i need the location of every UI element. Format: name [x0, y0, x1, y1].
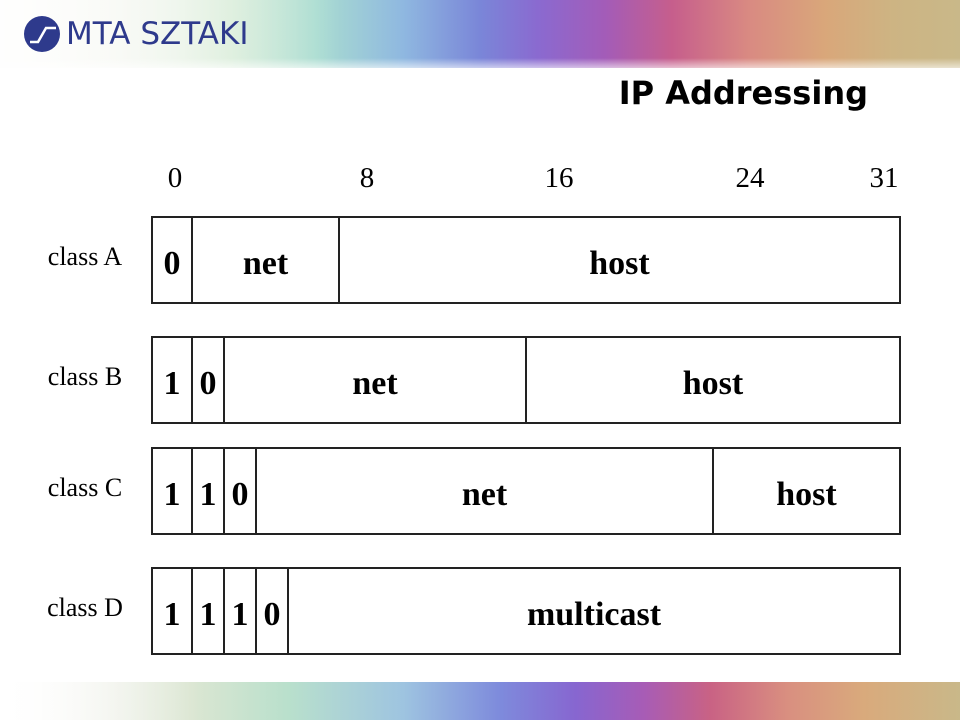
bit-position-label: 16 [545, 162, 574, 194]
field-net-label: net [462, 476, 508, 513]
class-label: class B [48, 362, 122, 391]
field-prefix-label: 0 [200, 365, 217, 402]
bit-position-label: 0 [168, 162, 183, 194]
field-prefix-label: 0 [232, 476, 249, 513]
field-prefix-label: 0 [164, 245, 181, 282]
field-prefix-label: 1 [164, 596, 181, 633]
footer-banner [0, 682, 960, 720]
class-row-class-a: class A 0 net host [48, 216, 901, 304]
field-net-label: net [243, 245, 289, 282]
field-prefix-label: 1 [232, 596, 249, 633]
footer-fade [0, 682, 200, 720]
field-net-label: net [352, 365, 398, 402]
bit-position-label: 8 [360, 162, 375, 194]
class-label: class D [47, 593, 123, 622]
field-prefix-label: 1 [164, 365, 181, 402]
field-prefix-label: 1 [200, 596, 217, 633]
field-prefix-label: 1 [200, 476, 217, 513]
class-row-class-b: class B 1 0 net host [48, 336, 901, 424]
field-host-label: host [683, 365, 744, 402]
bit-position-label: 31 [870, 162, 899, 194]
field-prefix-label: 0 [264, 596, 281, 633]
field-host-label: host [589, 245, 650, 282]
class-row-class-c: class C 1 1 0 net host [48, 447, 901, 535]
bit-position-label: 24 [736, 162, 766, 194]
class-row-class-d: class D 1 1 1 0 multicast [47, 567, 901, 655]
field-prefix-label: 1 [164, 476, 181, 513]
field-multicast-label: multicast [527, 596, 662, 633]
class-label: class C [48, 473, 122, 502]
ip-class-diagram: 0 8 16 24 31class A 0 net hostclass B 1 0 net hostc… [47, 162, 901, 655]
class-label: class A [48, 242, 123, 271]
field-host-label: host [776, 476, 837, 513]
